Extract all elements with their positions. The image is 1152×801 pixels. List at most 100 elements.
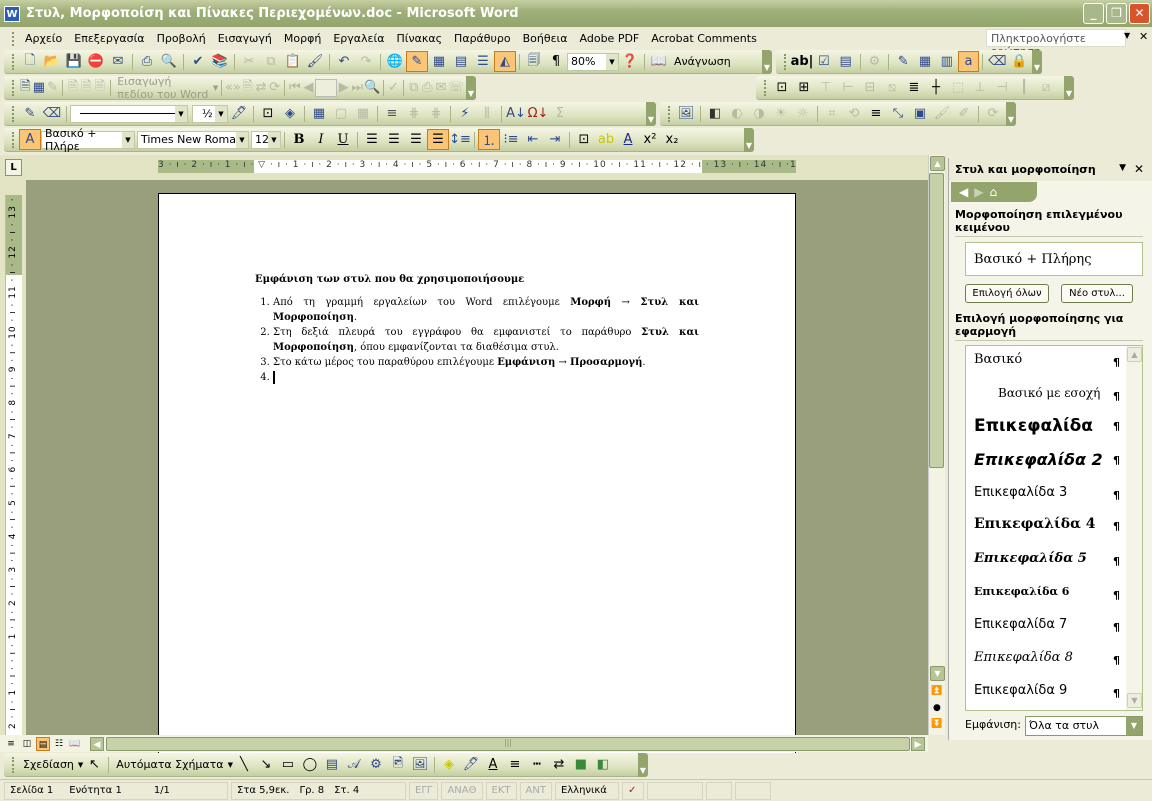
- permission-icon[interactable]: ⛔: [85, 51, 107, 72]
- color-icon[interactable]: ◧: [704, 103, 726, 124]
- toolbar-options[interactable]: ▼: [1032, 50, 1042, 74]
- font-combo[interactable]: Times New Roman ▼: [137, 130, 249, 149]
- text-field-icon[interactable]: ab|: [791, 51, 814, 72]
- autoformat-icon[interactable]: ⚡: [454, 103, 476, 124]
- checkbox-icon[interactable]: ☑: [813, 51, 835, 72]
- scroll-down-button[interactable]: ▼: [930, 666, 945, 681]
- format-picture-icon[interactable]: 🖌: [931, 103, 953, 124]
- insert-frame-icon[interactable]: ▥: [936, 51, 958, 72]
- line-style-icon[interactable]: ≡: [504, 754, 526, 775]
- merge-fax-icon[interactable]: ☏: [448, 77, 464, 98]
- style-list-item[interactable]: Βασικό με εσοχή: [998, 386, 1142, 400]
- insert-table-icon[interactable]: ▦: [308, 103, 330, 124]
- font-color-icon[interactable]: A: [617, 129, 639, 150]
- crop-icon[interactable]: ⌗: [821, 103, 843, 124]
- show-select[interactable]: Όλα τα στυλ ▼: [1025, 716, 1143, 736]
- view-merged-icon[interactable]: «»: [225, 77, 241, 98]
- forward-icon[interactable]: ▶: [974, 185, 983, 199]
- diagonal-up-icon[interactable]: ⧄: [1035, 77, 1057, 98]
- no-border-icon[interactable]: ⬚: [947, 77, 969, 98]
- shading-color-icon[interactable]: ◈: [279, 103, 301, 124]
- fill-color-icon[interactable]: ◈: [438, 754, 460, 775]
- less-brightness-icon[interactable]: ☼: [792, 103, 814, 124]
- menu-item[interactable]: Μορφή: [278, 32, 327, 45]
- web-layout-icon[interactable]: ◫: [20, 737, 34, 751]
- style-list-item[interactable]: Βασικό: [974, 352, 1124, 367]
- new-style-button[interactable]: Νέο στυλ...: [1061, 284, 1133, 303]
- style-list-item[interactable]: Επικεφαλίδα 2: [974, 450, 1124, 469]
- align-left-icon[interactable]: ☰: [361, 129, 383, 150]
- copy-icon[interactable]: ⧉: [260, 51, 282, 72]
- style-list[interactable]: ▲ ▼ Βασικό ¶ Βασικό με εσοχή ¶ Επικεφαλίδα ¶ Ε…: [965, 345, 1143, 711]
- wordart-icon[interactable]: 𝒜: [343, 754, 365, 775]
- greeting-icon[interactable]: 🗎: [79, 77, 93, 98]
- check-errors-icon[interactable]: ✓: [387, 77, 401, 98]
- document-map-icon[interactable]: 🗐: [523, 51, 545, 72]
- arrow-style-icon[interactable]: ⇄: [548, 754, 570, 775]
- bullets-icon[interactable]: ⁝≡: [500, 129, 522, 150]
- zoom-combo[interactable]: 80% ▼: [567, 52, 619, 71]
- spelling-status-icon[interactable]: ✓: [621, 781, 644, 800]
- more-contrast-icon[interactable]: ◐: [726, 103, 748, 124]
- undo-icon[interactable]: ↶: [333, 51, 355, 72]
- superscript-icon[interactable]: x²: [639, 129, 661, 150]
- text-direction-icon[interactable]: ⫼: [476, 103, 498, 124]
- merge-email-icon[interactable]: ✉: [434, 77, 448, 98]
- style-list-item[interactable]: Επικεφαλίδα: [974, 416, 1124, 436]
- last-record-icon[interactable]: ⏭: [350, 77, 364, 98]
- line-style-icon[interactable]: ≡: [865, 103, 887, 124]
- autosum-icon[interactable]: Σ: [549, 103, 571, 124]
- toolbar-options[interactable]: ▼: [638, 753, 648, 777]
- highlight-icon[interactable]: ab: [595, 129, 617, 150]
- diagram-icon[interactable]: ⚙: [365, 754, 387, 775]
- status-ext[interactable]: ΕΚΤ: [485, 781, 517, 800]
- inside-border-icon[interactable]: ┼: [925, 77, 947, 98]
- hyperlink-icon[interactable]: 🌐: [384, 51, 406, 72]
- merge-new-doc-icon[interactable]: ⧉: [407, 77, 421, 98]
- first-record-icon[interactable]: ⏮: [288, 77, 302, 98]
- insert-picture-icon[interactable]: 🖼: [675, 103, 697, 124]
- eraser-icon[interactable]: ⌫: [41, 103, 63, 124]
- style-list-item[interactable]: Επικεφαλίδα 7: [974, 617, 1124, 632]
- menu-item[interactable]: Αρχείο: [19, 32, 68, 45]
- propagate-icon[interactable]: ⟳: [268, 77, 282, 98]
- border-type-icon[interactable]: ⊡: [257, 103, 279, 124]
- open-icon[interactable]: 📂: [41, 51, 63, 72]
- home-icon[interactable]: ⌂: [989, 185, 997, 199]
- recipients-icon[interactable]: ✎: [46, 77, 60, 98]
- oval-icon[interactable]: ◯: [299, 754, 321, 775]
- line-spacing-icon[interactable]: ↕≡: [449, 129, 471, 150]
- insert-excel-icon[interactable]: ▤: [450, 51, 472, 72]
- save-icon[interactable]: 💾: [63, 51, 85, 72]
- menu-grip[interactable]: [12, 31, 15, 46]
- font-size-combo[interactable]: 12 ▼: [251, 130, 281, 149]
- distribute-cols-icon[interactable]: ⋕: [425, 103, 447, 124]
- show-hide-icon[interactable]: ¶: [545, 51, 567, 72]
- document-page[interactable]: Εμφάνιση των στυλ που θα χρησιμοποιήσουμ…: [158, 193, 796, 753]
- data-source-icon[interactable]: ▦: [32, 77, 46, 98]
- protect-form-icon[interactable]: 🔒: [1008, 51, 1030, 72]
- diagonal-border-icon[interactable]: ⧅: [881, 77, 903, 98]
- reset-picture-icon[interactable]: ⟳: [982, 103, 1004, 124]
- match-fields-icon[interactable]: ⇄: [254, 77, 268, 98]
- scroll-left-button[interactable]: ◀: [90, 737, 104, 751]
- style-list-item[interactable]: Επικεφαλίδα 8: [974, 650, 1124, 665]
- inside-h-border-icon[interactable]: ⊟: [859, 77, 881, 98]
- drawing-icon[interactable]: ◭: [494, 51, 516, 72]
- read-button[interactable]: Ανάγνωση: [670, 55, 735, 68]
- justify-icon[interactable]: ☰: [427, 129, 449, 150]
- distribute-rows-icon[interactable]: ⋕: [403, 103, 425, 124]
- split-cells-icon[interactable]: ▦: [352, 103, 374, 124]
- underline-icon[interactable]: U: [332, 129, 354, 150]
- format-painter-icon[interactable]: 🖌: [304, 51, 326, 72]
- back-icon[interactable]: ◀: [959, 185, 968, 199]
- insert-word-field-dropdown[interactable]: Εισαγωγή πεδίου του Word: [113, 75, 213, 101]
- outside-border-icon[interactable]: ⊡: [771, 77, 793, 98]
- left-border-icon[interactable]: ⊢: [837, 77, 859, 98]
- merge-fields-icon[interactable]: 🗎: [93, 77, 107, 98]
- text-box-icon[interactable]: ▤: [321, 754, 343, 775]
- research-icon[interactable]: 📚: [209, 51, 231, 72]
- style-list-item[interactable]: Επικεφαλίδα 6: [974, 585, 1124, 598]
- next-record-icon[interactable]: ▶: [337, 77, 351, 98]
- draw-table-icon[interactable]: ✎: [19, 103, 41, 124]
